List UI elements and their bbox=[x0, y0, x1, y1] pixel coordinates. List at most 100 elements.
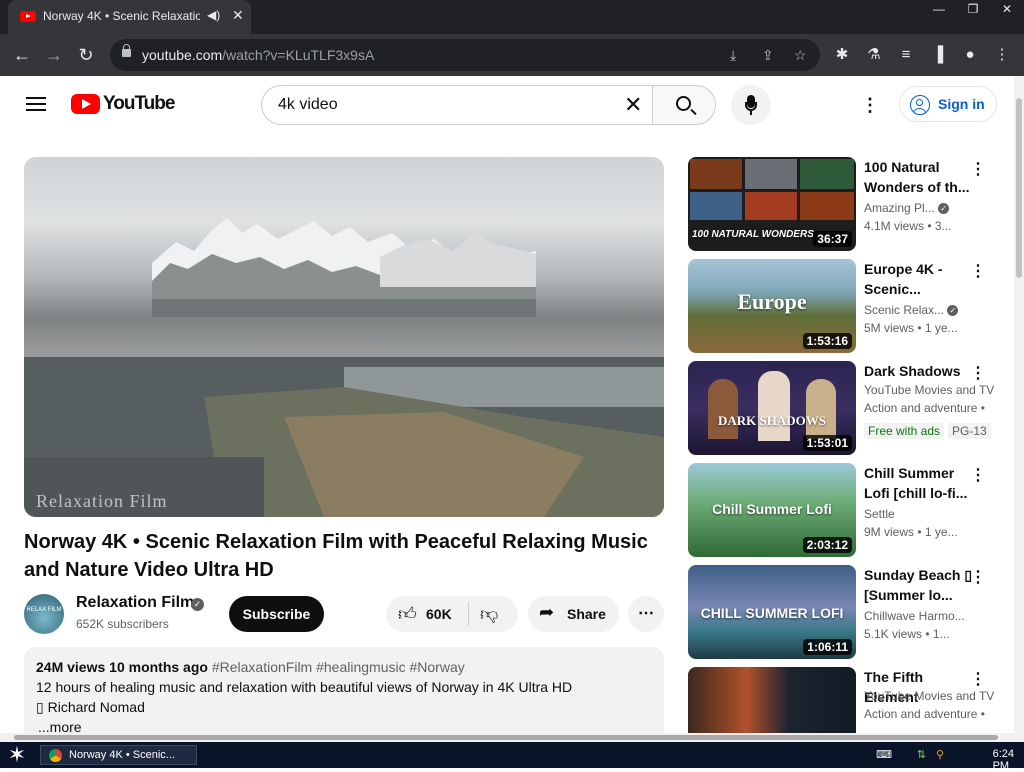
more-actions-button[interactable]: ⋯ bbox=[628, 596, 664, 632]
scrollbar-thumb[interactable] bbox=[1016, 98, 1022, 278]
restore-button[interactable]: ❐ bbox=[956, 0, 990, 18]
free-with-ads-badge: Free with ads bbox=[864, 423, 945, 439]
recommended-video[interactable]: DARK SHADOWS 1:53:01 Dark Shadows YouTub… bbox=[688, 361, 1008, 455]
close-window-button[interactable]: ✕ bbox=[990, 0, 1024, 18]
address-bar[interactable]: youtube.com/watch?v=KLuTLF3x9sA ⤓ ⇪ ☆ bbox=[110, 39, 820, 71]
thumbnail-caption: DARK SHADOWS bbox=[718, 413, 826, 428]
like-thumb-up-icon[interactable]: 👍︎ bbox=[398, 603, 417, 625]
profile-avatar-icon[interactable]: ● bbox=[959, 44, 981, 66]
video-options-icon[interactable]: ⋮ bbox=[968, 363, 988, 383]
audio-playing-icon[interactable]: ◀) bbox=[207, 8, 220, 22]
address-url[interactable]: youtube.com/watch?v=KLuTLF3x9sA bbox=[142, 47, 374, 63]
video-options-icon[interactable]: ⋮ bbox=[968, 465, 988, 485]
verified-check-icon: ✓ bbox=[938, 203, 950, 215]
extensions-puzzle-icon[interactable]: ✱ bbox=[831, 44, 853, 66]
recommended-video[interactable]: Chill Summer Lofi 2:03:12 Chill Summer L… bbox=[688, 463, 1008, 557]
url-path: /watch?v=KLuTLF3x9sA bbox=[222, 47, 375, 63]
video-thumbnail[interactable]: Europe 1:53:16 bbox=[688, 259, 856, 353]
voice-search-button[interactable] bbox=[731, 85, 771, 125]
lab-flask-icon[interactable]: ⚗ bbox=[863, 44, 885, 66]
share-page-icon[interactable]: ⇪ bbox=[762, 47, 774, 64]
recommended-genre: Action and adventure • bbox=[864, 707, 985, 721]
like-count[interactable]: 60K bbox=[426, 606, 452, 622]
thumbnail-caption: Europe bbox=[737, 289, 807, 314]
settings-more-icon[interactable]: ⋮ bbox=[858, 93, 882, 117]
bookmark-star-icon[interactable]: ☆ bbox=[794, 47, 807, 64]
recommended-title[interactable]: Europe 4K - Scenic... bbox=[864, 259, 974, 299]
video-thumbnail[interactable]: CHILL SUMMER LOFI 1:06:11 bbox=[688, 565, 856, 659]
video-duration: 36:37 bbox=[813, 231, 852, 247]
video-thumbnail[interactable]: Chill Summer Lofi 2:03:12 bbox=[688, 463, 856, 557]
recommended-title[interactable]: 100 Natural Wonders of th... bbox=[864, 157, 974, 197]
channel-name[interactable]: Relaxation Film bbox=[76, 594, 194, 612]
hashtags[interactable]: #RelaxationFilm #healingmusic #Norway bbox=[212, 659, 465, 675]
chrome-icon bbox=[49, 749, 62, 762]
sign-in-label: Sign in bbox=[938, 96, 985, 112]
recommended-channel[interactable]: Scenic Relax... ✓ bbox=[864, 303, 994, 317]
recommended-video[interactable]: 100 NATURAL WONDERS 36:37 100 Natural Wo… bbox=[688, 157, 1008, 251]
dislike-thumb-down-icon[interactable]: 👎︎ bbox=[480, 603, 498, 625]
os-taskbar: ✶ Norway 4K • Scenic... ⌨ ⇅ ⚲ 6:24 PM bbox=[0, 742, 1024, 772]
browser-tab[interactable]: Norway 4K • Scenic Relaxation ◀) ✕ bbox=[8, 0, 251, 34]
video-thumbnail[interactable] bbox=[688, 667, 856, 736]
search-tray-icon[interactable]: ⚲ bbox=[936, 748, 944, 761]
video-options-icon[interactable]: ⋮ bbox=[968, 261, 988, 281]
clock[interactable]: 6:24 PM bbox=[993, 748, 1014, 772]
menu-hamburger-icon[interactable] bbox=[26, 97, 46, 111]
lock-icon[interactable] bbox=[122, 44, 131, 57]
video-options-icon[interactable]: ⋮ bbox=[968, 669, 988, 689]
video-duration: 1:06:11 bbox=[803, 639, 852, 655]
recommended-channel[interactable]: YouTube Movies and TV bbox=[864, 689, 1004, 703]
youtube-favicon-icon bbox=[20, 11, 36, 22]
video-title: Norway 4K • Scenic Relaxation Film with … bbox=[24, 531, 648, 581]
minimize-button[interactable]: — bbox=[922, 0, 956, 18]
channel-label: Scenic Relax... bbox=[864, 303, 945, 317]
clear-search-icon[interactable]: ✕ bbox=[624, 92, 642, 118]
verified-check-icon: ✓ bbox=[191, 598, 204, 611]
video-player[interactable]: Relaxation Film bbox=[24, 157, 664, 517]
share-button[interactable]: ➦ Share bbox=[528, 596, 619, 632]
tab-close-icon[interactable]: ✕ bbox=[232, 7, 244, 24]
recommended-channel[interactable]: Chillwave Harmo... bbox=[864, 609, 994, 623]
network-icon[interactable]: ⇅ bbox=[917, 748, 926, 761]
recommended-title[interactable]: Dark Shadows bbox=[864, 361, 974, 381]
start-menu-icon[interactable]: ✶ bbox=[4, 743, 30, 767]
search-button[interactable] bbox=[652, 85, 716, 125]
side-panel-icon[interactable]: ▐ bbox=[927, 44, 949, 66]
forward-arrow-icon[interactable]: → bbox=[42, 43, 66, 67]
scrollbar-thumb[interactable] bbox=[14, 735, 998, 740]
recommended-channel[interactable]: Settle bbox=[864, 507, 994, 521]
channel-label: Amazing Pl... bbox=[864, 201, 935, 215]
recommended-video[interactable]: The Fifth Element YouTube Movies and TV … bbox=[688, 667, 1008, 736]
video-duration: 2:03:12 bbox=[802, 537, 852, 553]
recommended-video[interactable]: Europe 1:53:16 Europe 4K - Scenic... Sce… bbox=[688, 259, 1008, 353]
video-description[interactable]: 24M views 10 months ago #RelaxationFilm … bbox=[24, 647, 664, 736]
video-options-icon[interactable]: ⋮ bbox=[968, 159, 988, 179]
recommended-genre: Action and adventure • bbox=[864, 401, 985, 415]
install-app-icon[interactable]: ⤓ bbox=[730, 47, 736, 64]
taskbar-window-button[interactable]: Norway 4K • Scenic... bbox=[40, 745, 197, 765]
channel-avatar[interactable]: RELAX FILM bbox=[24, 594, 64, 634]
recommended-video[interactable]: CHILL SUMMER LOFI 1:06:11 Sunday Beach ▯… bbox=[688, 565, 1008, 659]
horizontal-scrollbar[interactable] bbox=[0, 733, 1024, 742]
back-arrow-icon[interactable]: ← bbox=[10, 43, 34, 67]
browser-menu-icon[interactable]: ⋮ bbox=[991, 44, 1013, 66]
video-thumbnail[interactable]: DARK SHADOWS 1:53:01 bbox=[688, 361, 856, 455]
media-control-icon[interactable]: ≡ bbox=[895, 44, 917, 66]
recommended-views: 9M views • 1 ye... bbox=[864, 525, 958, 539]
keyboard-icon[interactable]: ⌨ bbox=[876, 748, 892, 761]
vertical-scrollbar[interactable] bbox=[1014, 76, 1024, 736]
youtube-logo[interactable]: YouTube bbox=[71, 93, 175, 114]
recommended-channel[interactable]: Amazing Pl... ✓ bbox=[864, 201, 994, 215]
recommended-title[interactable]: Sunday Beach ▯ [Summer lo... bbox=[864, 565, 974, 605]
recommended-channel[interactable]: YouTube Movies and TV bbox=[864, 383, 1004, 397]
reload-icon[interactable]: ↻ bbox=[74, 43, 98, 67]
recommended-title[interactable]: Chill Summer Lofi [chill lo-fi... bbox=[864, 463, 974, 503]
video-options-icon[interactable]: ⋮ bbox=[968, 567, 988, 587]
account-circle-icon bbox=[910, 95, 930, 115]
subscribe-button[interactable]: Subscribe bbox=[229, 596, 324, 632]
search-input[interactable]: 4k video ✕ bbox=[261, 85, 652, 125]
sign-in-button[interactable]: Sign in bbox=[899, 86, 997, 122]
taskbar-window-label: Norway 4K • Scenic... bbox=[69, 749, 175, 761]
video-thumbnail[interactable]: 100 NATURAL WONDERS 36:37 bbox=[688, 157, 856, 251]
